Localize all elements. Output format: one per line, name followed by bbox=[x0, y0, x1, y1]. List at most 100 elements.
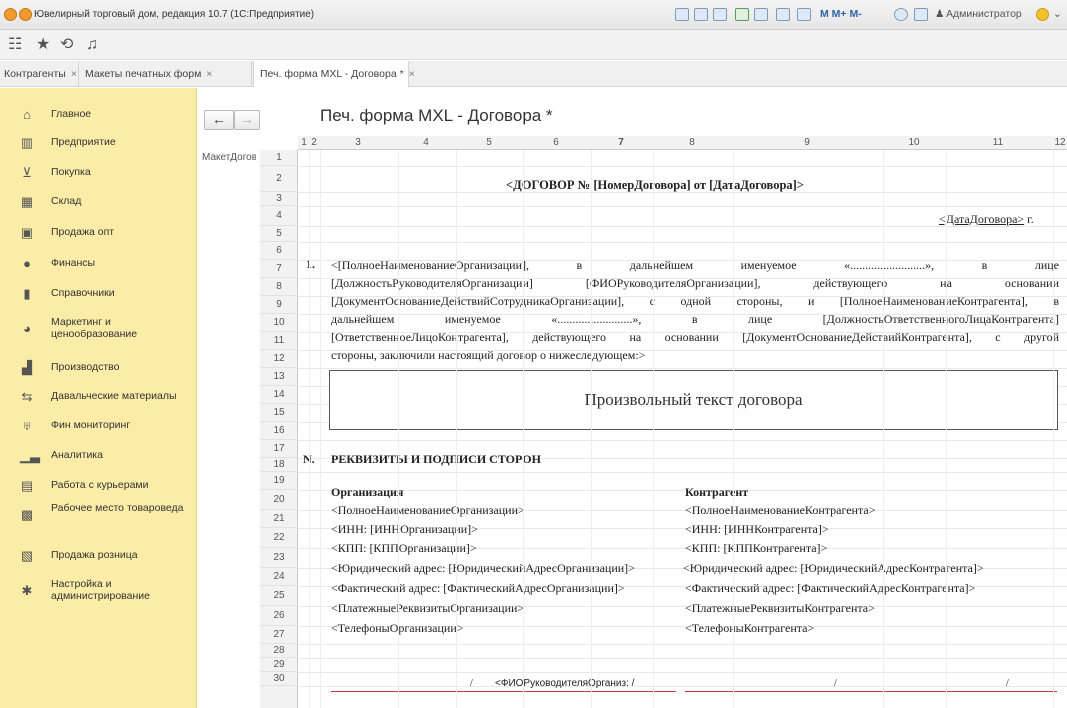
window-layout-icon[interactable] bbox=[914, 8, 928, 21]
row-header[interactable]: 14 bbox=[260, 386, 298, 404]
column-header[interactable]: 9 bbox=[733, 137, 881, 148]
forward-button[interactable]: → bbox=[234, 110, 260, 130]
row-header[interactable]: 11 bbox=[260, 332, 298, 350]
row-header[interactable]: 13 bbox=[260, 368, 298, 386]
column-header[interactable]: 8 bbox=[653, 137, 731, 148]
chevron-down-icon[interactable]: ⌄ bbox=[1053, 8, 1062, 20]
row-header[interactable]: 8 bbox=[260, 278, 298, 296]
row-header[interactable]: 1 bbox=[260, 150, 298, 166]
row-header[interactable]: 24 bbox=[260, 568, 298, 586]
row-header[interactable]: 23 bbox=[260, 548, 298, 568]
org-line[interactable]: <ПолноеНаименованиеОрганизации> bbox=[331, 503, 525, 518]
row-header[interactable]: 26 bbox=[260, 606, 298, 626]
column-header[interactable]: 4 bbox=[398, 137, 454, 148]
close-icon[interactable]: × bbox=[409, 68, 415, 80]
signature-name[interactable]: <ФИОРуководителяОрганиз: / bbox=[495, 676, 634, 691]
close-icon[interactable]: × bbox=[71, 68, 77, 80]
sidebar-item-label: Продажа опт bbox=[51, 226, 115, 238]
row-header[interactable]: 12 bbox=[260, 350, 298, 368]
zoom-icon[interactable] bbox=[894, 8, 908, 21]
calendar-icon[interactable] bbox=[797, 8, 811, 21]
contract-heading[interactable]: <ДОГОВОР № [НомерДоговора] от [ДатаДогов… bbox=[506, 178, 804, 193]
row-header[interactable]: 3 bbox=[260, 192, 298, 206]
column-header[interactable]: 5 bbox=[456, 137, 522, 148]
memory-buttons[interactable]: M M+ M- bbox=[820, 8, 862, 20]
row-header[interactable]: 2 bbox=[260, 166, 298, 192]
row-header[interactable]: 9 bbox=[260, 296, 298, 314]
attach-icon[interactable] bbox=[754, 8, 768, 21]
column-header[interactable]: 6 bbox=[523, 137, 589, 148]
spreadsheet-document[interactable]: МакетДогов 30 29 28 27 26 25 24 23 22 21 20 19 18 17 1… bbox=[198, 136, 1067, 708]
preview-icon[interactable] bbox=[713, 8, 727, 21]
row-header[interactable]: 17 bbox=[260, 440, 298, 458]
tab-contractors[interactable]: Контрагенты × bbox=[0, 61, 79, 87]
row-header[interactable]: 29 bbox=[260, 658, 298, 672]
row-header[interactable]: 10 bbox=[260, 314, 298, 332]
row-header[interactable]: 6 bbox=[260, 242, 298, 260]
warehouse-icon: ▦ bbox=[20, 194, 34, 209]
grid-column-line bbox=[1053, 150, 1054, 708]
calculator-icon[interactable] bbox=[776, 8, 790, 21]
row-header[interactable]: 30 bbox=[260, 672, 298, 686]
print-icon[interactable] bbox=[694, 8, 708, 21]
user-name[interactable]: Администратор bbox=[946, 8, 1022, 20]
contractor-line[interactable]: <Фактический адрес: [ФактическийАдресКон… bbox=[685, 581, 975, 596]
tab-print-layouts[interactable]: Макеты печатных форм × bbox=[80, 61, 252, 87]
grid-column-line bbox=[946, 150, 947, 708]
org-line[interactable]: <КПП: [КППОрганизации]> bbox=[331, 541, 477, 556]
grid-column-line bbox=[591, 150, 592, 708]
row-header[interactable]: 22 bbox=[260, 528, 298, 548]
history-icon[interactable]: ⟲ bbox=[60, 36, 73, 54]
signature-line-org bbox=[331, 691, 676, 692]
back-button[interactable]: ← bbox=[204, 110, 234, 130]
row-header[interactable]: 19 bbox=[260, 472, 298, 490]
row-header[interactable]: 20 bbox=[260, 490, 298, 510]
row-header[interactable]: 21 bbox=[260, 510, 298, 528]
column-header[interactable]: 12 bbox=[1053, 137, 1067, 148]
sections-grid-icon[interactable]: ☷ bbox=[8, 36, 22, 54]
notifications-bell-icon[interactable]: ♫ bbox=[86, 36, 98, 54]
row-header[interactable]: 15 bbox=[260, 404, 298, 422]
row-header[interactable]: 5 bbox=[260, 226, 298, 242]
contractor-line[interactable]: <ТелефоныКонтрагента> bbox=[685, 621, 814, 636]
sidebar-item-label: Производство bbox=[51, 361, 120, 373]
info-icon[interactable] bbox=[1036, 8, 1049, 21]
row-header[interactable]: 4 bbox=[260, 206, 298, 226]
save-icon[interactable] bbox=[675, 8, 689, 21]
column-header[interactable]: 1 bbox=[300, 137, 308, 148]
contractor-line[interactable]: <Юридический адрес: [ЮридическийАдресКон… bbox=[683, 561, 984, 576]
grid-row-line bbox=[298, 242, 1067, 243]
contractor-header[interactable]: Контрагент bbox=[685, 485, 748, 500]
favorites-star-icon[interactable]: ★ bbox=[36, 36, 50, 54]
main-menu-icon[interactable] bbox=[19, 8, 32, 21]
contractor-line[interactable]: <ИНН: [ИННКонтрагента]> bbox=[685, 522, 829, 537]
column-header[interactable]: 7 bbox=[591, 137, 651, 148]
contractor-line[interactable]: <ПолноеНаименованиеКонтрагента> bbox=[685, 503, 875, 518]
tab-mxl-contract[interactable]: Печ. форма MXL - Договора * × bbox=[253, 61, 415, 88]
org-line[interactable]: <ПлатежныеРеквизитыОрганизации> bbox=[331, 601, 524, 616]
preamble-text[interactable]: <[ПолноеНаименованиеОрганизации], в даль… bbox=[331, 256, 1059, 364]
column-header[interactable]: 10 bbox=[883, 137, 945, 148]
grid-column-line bbox=[309, 150, 310, 708]
preamble-line: [ДокументОснованиеДействийСотрудникаОрга… bbox=[331, 294, 1059, 308]
app-logo-icon[interactable] bbox=[4, 8, 17, 21]
date-reference[interactable]: <ДатаДоговора> г. bbox=[939, 212, 1034, 227]
organization-header[interactable]: Организация bbox=[331, 485, 403, 500]
row-header[interactable]: 18 bbox=[260, 458, 298, 472]
row-header[interactable]: 27 bbox=[260, 626, 298, 644]
contractor-line[interactable]: <КПП: [КППКонтрагента]> bbox=[685, 541, 827, 556]
free-text-area[interactable]: Произвольный текст договора bbox=[329, 370, 1058, 430]
row-header[interactable]: 25 bbox=[260, 586, 298, 606]
close-icon[interactable]: × bbox=[206, 68, 212, 80]
contractor-line[interactable]: <ПлатежныеРеквизитыКонтрагента> bbox=[685, 601, 875, 616]
row-header[interactable]: 28 bbox=[260, 644, 298, 658]
row-header[interactable]: 16 bbox=[260, 422, 298, 440]
section-title[interactable]: РЕКВИЗИТЫ И ПОДПИСИ СТОРОН bbox=[331, 452, 541, 467]
column-header[interactable]: 2 bbox=[309, 137, 319, 148]
org-line[interactable]: <Фактический адрес: [ФактическийАдресОрг… bbox=[331, 581, 625, 596]
column-header[interactable]: 3 bbox=[320, 137, 396, 148]
org-line[interactable]: <Юридический адрес: [ЮридическийАдресОрг… bbox=[331, 561, 681, 576]
column-header[interactable]: 11 bbox=[946, 137, 1050, 148]
row-header[interactable]: 7 bbox=[260, 260, 298, 278]
export-icon[interactable] bbox=[735, 8, 749, 21]
